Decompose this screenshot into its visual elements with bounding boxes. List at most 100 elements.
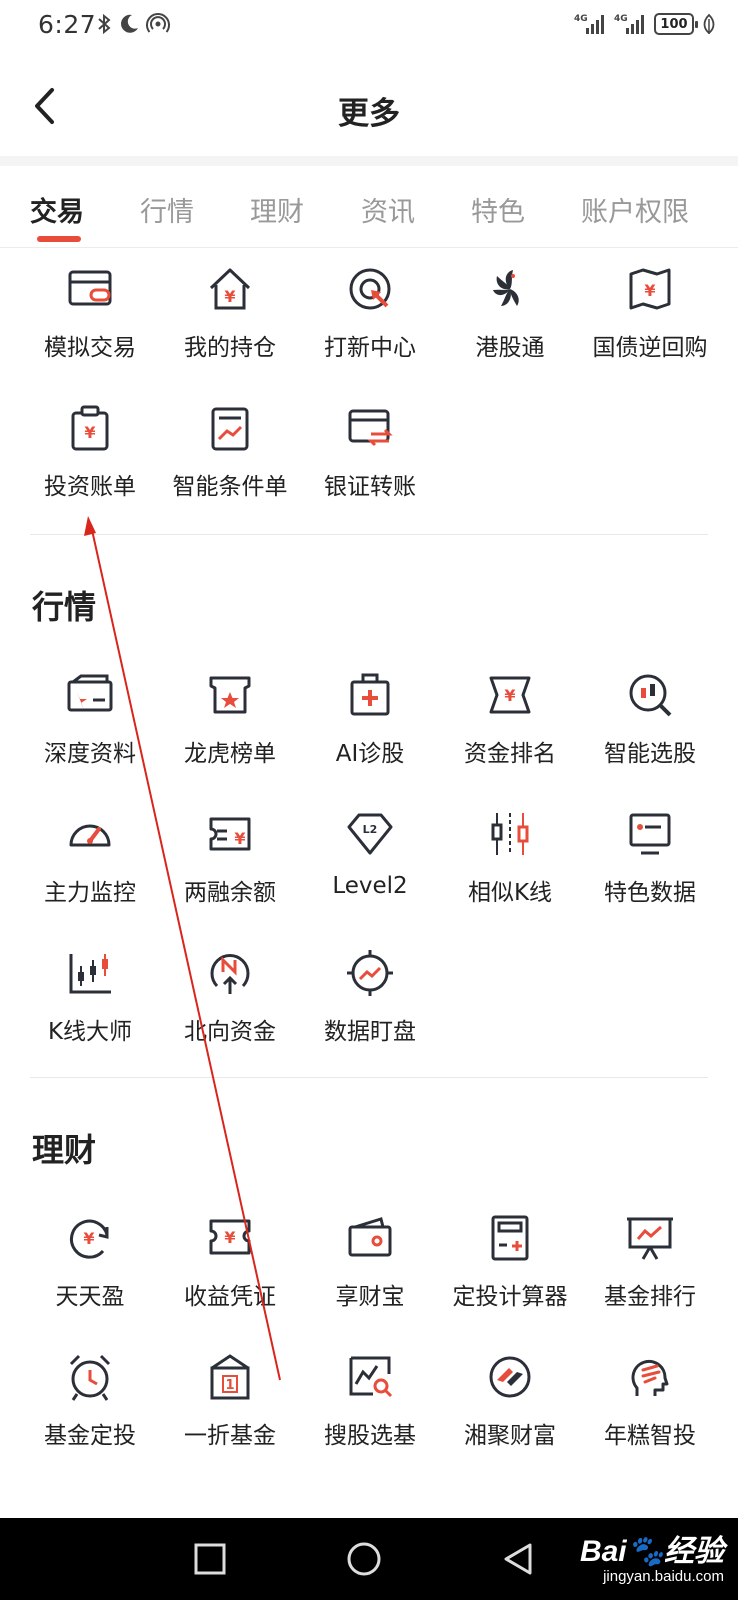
feature-item[interactable]: 定投计算器 [440, 1209, 580, 1348]
wealth-grid: ¥ 天天盈 ¥ 收益凭证 享财宝 定投计算器 基金排行基金定投 1 一折基金 搜股选基 湘聚财富 年糕… [20, 1209, 720, 1487]
feature-item-label: 智能选股 [604, 741, 696, 767]
feature-item[interactable]: 智能选股 [580, 666, 720, 805]
feature-item-label: 数据盯盘 [324, 1019, 416, 1045]
feature-item-label: 天天盈 [55, 1284, 125, 1310]
triangle-back-icon[interactable] [498, 1539, 538, 1579]
tab-account-permissions[interactable]: 账户权限 [581, 190, 689, 229]
feature-item[interactable]: 龙虎榜单 [160, 666, 300, 805]
feature-item-label: 搜股选基 [324, 1423, 416, 1449]
feature-item-label: AI诊股 [335, 741, 405, 767]
feature-item-label: 定投计算器 [452, 1284, 568, 1310]
feature-item[interactable]: ¥ 天天盈 [20, 1209, 160, 1348]
head-brain-icon [623, 1350, 677, 1404]
svg-text:¥: ¥ [84, 423, 95, 442]
candlestick-icon [483, 807, 537, 861]
feature-item-label: 投资账单 [44, 474, 136, 500]
feature-item[interactable]: ¥ 我的持仓 [160, 260, 300, 399]
monitor-icon [623, 807, 677, 861]
svg-text:¥: ¥ [224, 287, 235, 306]
feature-item[interactable]: 数据盯盘 [300, 944, 440, 1083]
feature-item[interactable]: 相似K线 [440, 805, 580, 944]
feature-item-label: 主力监控 [44, 880, 136, 906]
feature-item-label: 特色数据 [604, 880, 696, 906]
feature-item[interactable]: 智能条件单 [160, 399, 300, 538]
board-chart-icon [623, 1211, 677, 1265]
ipo-target-icon [343, 262, 397, 316]
deep-data-icon [63, 668, 117, 722]
status-time: 6:27 [38, 10, 97, 39]
status-left-icons [96, 12, 170, 36]
smart-order-icon [203, 401, 257, 455]
tab-trade[interactable]: 交易 [30, 190, 84, 229]
tab-news[interactable]: 资讯 [361, 190, 415, 229]
kline-chart-icon [63, 946, 117, 1000]
svg-text:¥: ¥ [234, 829, 245, 848]
discount-tag-icon: 1 [203, 1350, 257, 1404]
feature-item[interactable]: 主力监控 [20, 805, 160, 944]
svg-text:¥: ¥ [83, 1229, 94, 1248]
system-nav-bar: Bai🐾经验 jingyan.baidu.com [0, 1518, 738, 1600]
feature-item[interactable]: 基金排行 [580, 1209, 720, 1348]
feature-item[interactable]: ¥ 收益凭证 [160, 1209, 300, 1348]
feature-item[interactable]: ¥ 投资账单 [20, 399, 160, 538]
feature-item-label: 港股通 [475, 335, 545, 361]
feature-item[interactable]: 享财宝 [300, 1209, 440, 1348]
section-divider [30, 1077, 708, 1078]
bluetooth-icon [98, 13, 111, 35]
margin-balance-icon: ¥ [203, 807, 257, 861]
simulated-trade-icon [63, 262, 117, 316]
smart-picking-icon [623, 668, 677, 722]
page-title: 更多 [338, 96, 400, 132]
feature-item[interactable]: 深度资料 [20, 666, 160, 805]
feature-item[interactable]: ¥ 两融余额 [160, 805, 300, 944]
tab-market[interactable]: 行情 [140, 190, 194, 229]
feature-item[interactable]: 银证转账 [300, 399, 440, 538]
feature-item-label: 北向资金 [184, 1019, 276, 1045]
feature-item[interactable]: 年糕智投 [580, 1348, 720, 1487]
feature-item[interactable]: ¥ 资金排名 [440, 666, 580, 805]
tab-wealth[interactable]: 理财 [250, 190, 304, 229]
feature-item[interactable]: L2 Level2 [300, 805, 440, 944]
circle-icon[interactable] [344, 1539, 384, 1579]
signal-label-1: 4G [574, 14, 588, 24]
feature-item[interactable]: 1 一折基金 [160, 1348, 300, 1487]
fund-ranking-icon: ¥ [483, 668, 537, 722]
feature-item-label: 基金排行 [604, 1284, 696, 1310]
feature-item[interactable]: K线大师 [20, 944, 160, 1083]
square-icon[interactable] [190, 1539, 230, 1579]
treasury-repo-icon: ¥ [623, 262, 677, 316]
battery-level: 100 [660, 16, 688, 32]
feature-item-label: 一折基金 [184, 1423, 276, 1449]
crosshair-trend-icon [343, 946, 397, 1000]
feature-item[interactable]: 搜股选基 [300, 1348, 440, 1487]
status-bar: 6:27 4G 4G 100 [0, 0, 738, 52]
tab-featured[interactable]: 特色 [471, 190, 525, 229]
feature-item[interactable]: 模拟交易 [20, 260, 160, 399]
signal-icon: 4G [574, 14, 604, 34]
holdings-house-icon: ¥ [203, 262, 257, 316]
header-separator [0, 156, 738, 166]
status-right: 4G 4G 100 [574, 12, 716, 36]
section-title-market: 行情 [32, 588, 97, 626]
leaf-icon [703, 13, 715, 35]
feature-item[interactable]: 湘聚财富 [440, 1348, 580, 1487]
feature-item-label: 湘聚财富 [464, 1423, 556, 1449]
feature-item[interactable]: 北向资金 [160, 944, 300, 1083]
feature-item[interactable]: 港股通 [440, 260, 580, 399]
feature-item[interactable]: 特色数据 [580, 805, 720, 944]
header: 更多 [0, 60, 738, 156]
feature-item[interactable]: ¥ 国债逆回购 [580, 260, 720, 399]
watermark-main: Bai🐾经验 [579, 1535, 724, 1568]
ai-diagnosis-icon [343, 668, 397, 722]
bank-transfer-icon [343, 401, 397, 455]
feature-item-label: 深度资料 [44, 741, 136, 767]
feature-item[interactable]: AI诊股 [300, 666, 440, 805]
feature-item-label: 龙虎榜单 [184, 741, 276, 767]
feature-item-label: 基金定投 [44, 1423, 136, 1449]
signal-icon-2: 4G [614, 14, 644, 34]
feature-item[interactable]: 基金定投 [20, 1348, 160, 1487]
feature-item-label: 年糕智投 [604, 1423, 696, 1449]
feature-item-label: 银证转账 [324, 474, 416, 500]
feature-item-label: K线大师 [47, 1019, 133, 1045]
feature-item[interactable]: 打新中心 [300, 260, 440, 399]
